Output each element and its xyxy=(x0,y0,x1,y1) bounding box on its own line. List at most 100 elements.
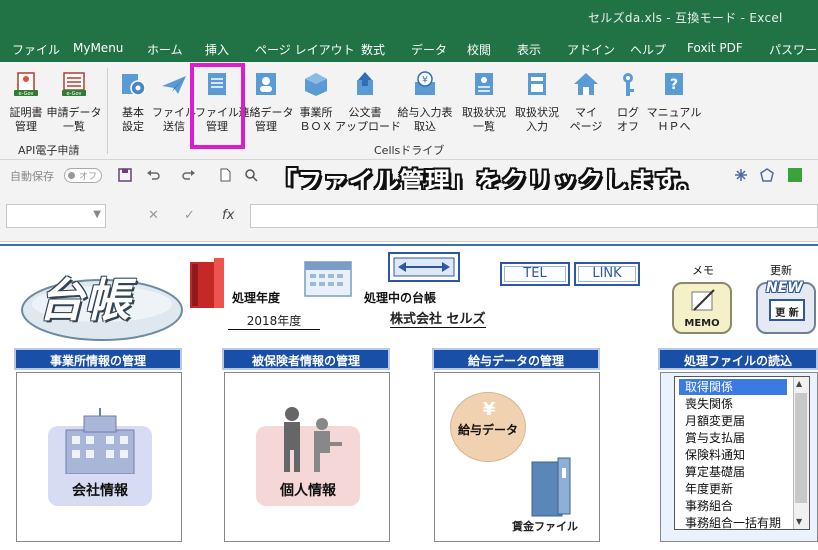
highlight-box xyxy=(190,63,245,149)
scroll-thumb[interactable] xyxy=(795,393,807,503)
cancel-icon[interactable]: ✕ xyxy=(148,208,159,223)
list-item[interactable]: 保険料通知 xyxy=(685,447,793,463)
tel-button[interactable]: TEL xyxy=(500,262,570,286)
formula-input[interactable] xyxy=(250,204,818,228)
ledger-switch-icon[interactable] xyxy=(388,252,460,282)
label-line1: マニュアル xyxy=(646,106,702,119)
office-box-icon xyxy=(305,73,327,96)
company-info-button[interactable]: 会社情報 xyxy=(48,408,152,506)
svg-text:e-Gov: e-Gov xyxy=(19,91,34,97)
file-listbox[interactable]: 取得関係 喪失関係 月額変更届 賞与支払届 保険料通知 算定基礎届 年度更新 事… xyxy=(674,376,810,530)
link-button[interactable]: LINK xyxy=(574,262,640,286)
tab-insert[interactable]: 挿入 xyxy=(205,41,229,58)
list-item[interactable]: 月額変更届 xyxy=(685,413,793,429)
insert-function-icon[interactable]: fx xyxy=(222,208,234,223)
tab-password[interactable]: パスワード保 xyxy=(769,41,818,58)
scroll-up-icon[interactable]: ▲ xyxy=(796,379,802,388)
pentagon-icon[interactable] xyxy=(760,168,774,182)
enter-icon[interactable]: ✓ xyxy=(184,208,195,223)
list-item[interactable]: 喪失関係 xyxy=(685,396,793,412)
svg-text:e-Gov: e-Gov xyxy=(67,91,82,97)
salary-data-button[interactable]: ¥ 給与データ xyxy=(450,392,526,462)
new-badge: NEW xyxy=(766,280,803,296)
memo-button[interactable]: MEMO xyxy=(672,282,732,334)
tab-help[interactable]: ヘルプ xyxy=(630,41,666,58)
tab-mymenu[interactable]: MyMenu xyxy=(73,41,123,55)
tab-foxit-pdf[interactable]: Foxit PDF xyxy=(687,41,743,55)
label-line2: ＨＰへ xyxy=(657,120,691,133)
autosave-toggle[interactable]: オフ xyxy=(64,168,102,183)
salary-import-button[interactable]: ¥ 給与入力表 取込 xyxy=(398,66,453,140)
label-line1: 公文書 xyxy=(348,106,382,119)
formula-bar: ▼ ✕ ✓ fx xyxy=(0,190,818,242)
home-mypage-icon xyxy=(574,73,598,95)
status-list-icon xyxy=(475,73,493,95)
processing-year-value[interactable]: 2018年度 xyxy=(228,312,320,330)
ribbon: e-Gov 証明書 管理 e-Gov 申請データ 一覧 基本 設定 ファイル 送信 xyxy=(0,62,818,160)
name-box[interactable]: ▼ xyxy=(6,204,106,228)
gear-settings-icon xyxy=(122,74,146,96)
tab-data[interactable]: データ xyxy=(411,41,447,58)
logo-text: 台帳 xyxy=(38,273,130,327)
manual-hp-button[interactable]: ? マニュアル ＨＰへ xyxy=(647,66,701,140)
list-item[interactable]: 事務組合 xyxy=(685,498,793,514)
green-square-icon[interactable] xyxy=(788,168,802,182)
contact-data-management-button[interactable]: 連絡データ 管理 xyxy=(239,66,294,140)
current-ledger-company: 株式会社 セルズ xyxy=(390,308,486,328)
save-icon[interactable] xyxy=(118,168,132,182)
chevron-down-icon[interactable]: ▼ xyxy=(93,209,101,220)
new-document-icon[interactable] xyxy=(218,168,232,182)
sheet-area: 台帳 処理年度 2018年度 処理中の台帳 株式会社 セルズ TEL LINK … xyxy=(0,244,818,550)
document-upload-icon xyxy=(357,72,373,95)
salary-data-label: 給与データ xyxy=(457,423,518,437)
redo-icon[interactable] xyxy=(182,168,196,182)
yen-salary-icon: ¥ xyxy=(415,71,435,95)
title-bar: セルズda.xls - 互換モード - Excel xyxy=(0,0,818,34)
wage-file-binder-icon[interactable] xyxy=(528,454,574,518)
office-panel-header: 事業所情報の管理 xyxy=(14,348,182,370)
manual-help-icon: ? xyxy=(665,73,683,95)
update-label: 更新 xyxy=(770,264,792,277)
toggle-knob xyxy=(68,172,75,179)
people-icon xyxy=(284,407,342,472)
label-line1: 取扱状況 xyxy=(462,106,506,119)
list-item[interactable]: 事務組合一括有期 xyxy=(685,515,793,531)
contact-data-icon xyxy=(256,73,276,95)
snowflake-icon[interactable] xyxy=(734,168,748,182)
listbox-scrollbar[interactable]: ▲ ▼ xyxy=(793,377,809,529)
tab-view[interactable]: 表示 xyxy=(517,41,541,58)
personal-info-label: 個人情報 xyxy=(280,483,336,499)
label-line2: アップロード xyxy=(335,120,401,133)
list-item[interactable]: 取得関係 xyxy=(679,379,787,395)
tab-review[interactable]: 校閲 xyxy=(467,41,491,58)
tab-home[interactable]: ホーム xyxy=(147,41,183,58)
label-line1: 申請データ xyxy=(46,106,102,119)
yen-coin-icon: ¥ xyxy=(483,399,496,420)
undo-icon[interactable] xyxy=(146,168,160,182)
daicho-logo: 台帳 xyxy=(20,254,190,344)
print-preview-icon[interactable] xyxy=(244,168,258,182)
calendar-icon[interactable] xyxy=(304,258,352,298)
tab-addins[interactable]: アドイン xyxy=(567,41,615,58)
label-line1: 給与入力表 xyxy=(397,106,453,119)
red-binder-icon xyxy=(190,258,224,308)
list-item[interactable]: 年度更新 xyxy=(685,481,793,497)
menu-bar: ファイル MyMenu ホーム 挿入 ページ レイアウト 数式 データ 校閲 表… xyxy=(0,34,818,62)
svg-text:?: ? xyxy=(670,77,678,93)
insured-panel-header: 被保険者情報の管理 xyxy=(222,348,390,370)
list-item[interactable]: 算定基礎届 xyxy=(685,464,793,480)
status-input-icon xyxy=(528,73,546,95)
tab-formulas[interactable]: 数式 xyxy=(361,41,385,58)
application-data-list-button[interactable]: e-Gov 申請データ 一覧 xyxy=(47,66,102,140)
document-upload-button[interactable]: 公文書 アップロード xyxy=(335,66,401,140)
update-button[interactable]: NEW 更 新 xyxy=(756,280,816,334)
label-line2: 一覧 xyxy=(473,120,495,133)
files-panel-header: 処理ファイルの読込 xyxy=(658,348,818,370)
wage-file-label: 賃金ファイル xyxy=(512,520,578,533)
status-list-button[interactable]: 取扱状況 一覧 xyxy=(458,66,510,140)
personal-info-button[interactable]: 個人情報 xyxy=(256,407,360,506)
tab-page-layout[interactable]: ページ レイアウト xyxy=(255,41,355,58)
tab-file[interactable]: ファイル xyxy=(12,41,60,58)
scroll-down-icon[interactable]: ▼ xyxy=(796,517,802,526)
list-item[interactable]: 賞与支払届 xyxy=(685,430,793,446)
